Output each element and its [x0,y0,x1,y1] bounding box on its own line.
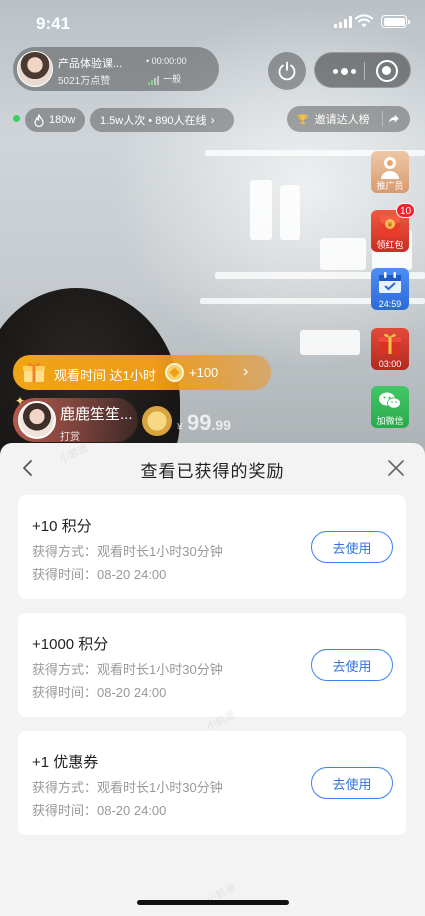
close-miniprogram-button[interactable] [376,60,398,82]
close-icon[interactable] [387,459,405,477]
chevron-right-icon: › [210,113,215,127]
sparkle-icon: ✦ [15,394,26,408]
host-name: 产品体验课... [58,58,123,70]
tip-amount-decimal: .99 [211,417,231,433]
reward-method: 获得方式：观看时长1小时30分钟 [32,544,223,559]
battery-icon [381,15,410,28]
flame-icon [34,113,44,127]
host-avatar[interactable] [17,51,53,87]
red-packet-label: 领红包 [376,240,404,250]
use-reward-button[interactable]: 去使用 [311,649,393,681]
reward-amount: +1 优惠券 [32,754,99,771]
reward-time: 获得时间：08-20 24:00 [32,567,167,582]
wifi-icon [355,14,373,28]
more-dot-icon [332,68,338,74]
tip-notification: ✦ 鹿鹿笙笙... 打赏 [13,394,138,443]
reward-method: 获得方式：观看时长1小时30分钟 [32,662,223,677]
watch-task-title: 观看时间 达1小时 [54,368,156,383]
add-wechat-button[interactable]: 加微信 [371,386,409,428]
heat-value: 180w [49,114,76,126]
chevron-right-icon: › [243,363,249,380]
reward-card: +1 优惠券 获得方式：观看时长1小时30分钟 获得时间：08-20 24:00… [18,731,406,835]
reward-card: +10 积分 获得方式：观看时长1小时30分钟 获得时间：08-20 24:00… [18,495,406,599]
reward-card: +1000 积分 获得方式：观看时长1小时30分钟 获得时间：08-20 24:… [18,613,406,717]
tip-amount: ¥ 99.99 [177,410,231,436]
cellular-signal-icon [334,16,352,28]
status-time: 9:41 [36,14,71,33]
red-packet-count-badge: 10 [396,203,416,218]
more-dot-icon [340,67,348,75]
svg-text:¥: ¥ [388,221,393,229]
promoter-button[interactable]: 推广员 [371,151,409,193]
check-in-button[interactable]: 24:59 [371,268,409,310]
chip-divider [381,111,383,127]
tip-amount-integer: 99 [187,410,212,435]
power-button[interactable] [268,52,306,90]
tip-action: 打赏 [60,432,80,443]
host-likes: 5021万点赞 [58,76,111,87]
reward-amount: +1000 积分 [32,636,109,653]
power-icon [278,61,296,81]
network-status: 一般 [148,72,181,85]
promoter-icon [374,153,406,179]
share-icon[interactable] [388,113,400,125]
watch-time-task-bar[interactable]: 观看时间 达1小时 +100 › [13,355,271,390]
reward-time: 获得时间：08-20 24:00 [32,803,167,818]
calendar-icon [374,270,406,296]
use-reward-button[interactable]: 去使用 [311,767,393,799]
network-signal-icon [148,76,159,85]
miniprogram-capsule [314,52,411,88]
capsule-divider [364,62,365,80]
host-info-pill[interactable]: 产品体验课... 5021万点赞 • 00:00:00 一般 [13,47,219,91]
wechat-icon [374,388,406,414]
gift-box-countdown: 03:00 [378,359,402,369]
check-in-countdown: 24:59 [378,299,402,309]
rewards-sheet: 查看已获得的奖励 +10 积分 获得方式：观看时长1小时30分钟 获得时间：08… [0,443,425,916]
promoter-label: 推广员 [376,181,404,191]
gift-icon [23,362,45,382]
network-label: 一般 [163,74,182,84]
more-dot-icon [350,68,356,74]
live-timer: • 00:00:00 [146,56,187,66]
watch-task-points: +100 [189,365,219,380]
gift-box-button[interactable]: 03:00 [371,328,409,370]
add-wechat-label: 加微信 [376,416,404,426]
trophy-icon [297,114,308,124]
gift-box-icon [374,330,406,356]
use-reward-button[interactable]: 去使用 [311,531,393,563]
invite-ranking-chip[interactable]: 邀请达人榜 [287,106,410,132]
more-options-button[interactable] [329,63,359,79]
viewers-text: 1.5w人次 • 890人在线 [100,115,207,127]
invite-ranking-label: 邀请达人榜 [314,114,370,126]
reward-amount: +10 积分 [32,518,92,535]
home-indicator [137,900,289,905]
viewers-chip[interactable]: 1.5w人次 • 890人在线 › [90,108,234,132]
tipper-name: 鹿鹿笙笙... [60,406,133,423]
reward-time: 获得时间：08-20 24:00 [32,685,167,700]
tip-coin-icon [142,406,172,436]
points-coin-icon [165,363,184,382]
reward-method: 获得方式：观看时长1小时30分钟 [32,780,223,795]
heat-chip[interactable]: 180w [25,108,85,132]
live-indicator-dot [13,115,20,122]
currency-symbol: ¥ [177,422,183,433]
status-bar: 9:41 [0,0,425,44]
